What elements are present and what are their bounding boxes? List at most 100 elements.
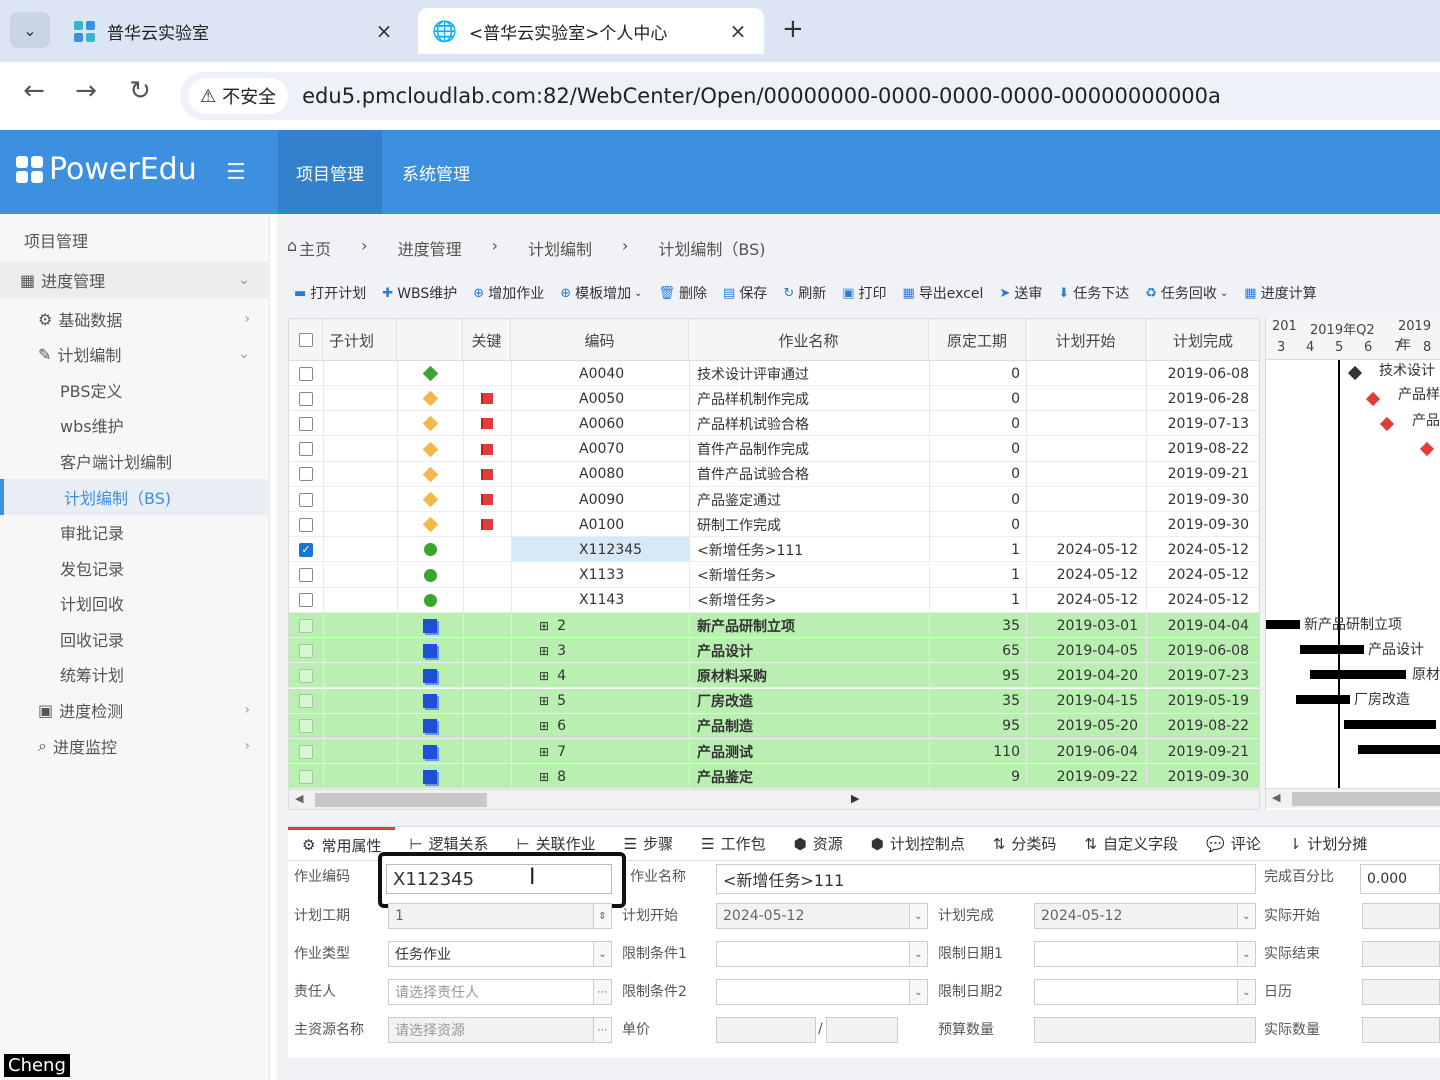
new-tab-button[interactable]: + [782,14,804,44]
row-checkbox[interactable] [289,739,323,764]
wbs-button[interactable]: ✚ WBS维护 [382,283,457,303]
tab-comments[interactable]: 💬 评论 [1192,827,1275,860]
row-checkbox[interactable]: ✓ [289,537,323,562]
chevron-down-icon[interactable]: ⌄ [909,980,927,1004]
row-name[interactable]: 产品鉴定 [689,764,929,789]
row-start[interactable] [1026,512,1146,537]
row-checkbox[interactable] [289,613,323,638]
sidebar-item-recall-records[interactable]: 回收记录 [0,621,268,657]
row-duration[interactable]: 0 [929,386,1026,411]
row-finish[interactable]: 2019-06-08 [1146,361,1259,386]
table-row[interactable]: ⊞ 7 产品测试 110 2019-06-04 2019-09-21 [289,739,1259,764]
col-code[interactable]: 编码 [511,319,689,361]
row-checkbox[interactable] [289,714,323,739]
row-finish[interactable]: 2019-07-23 [1146,663,1259,688]
row-start[interactable]: 2024-05-12 [1026,537,1146,562]
row-checkbox[interactable] [289,462,323,487]
row-code[interactable]: A0050 [511,386,689,411]
name-input[interactable]: <新增任务>111 [716,864,1256,894]
chevron-down-icon[interactable]: ⌄ [909,942,927,966]
row-duration[interactable]: 1 [929,537,1026,562]
row-name[interactable]: 产品制造 [689,714,929,739]
table-row[interactable]: A0060 产品样机试验合格 0 2019-07-13 [289,411,1259,437]
owner-input[interactable]: 请选择责任人 ⋯ [388,979,612,1005]
tab-workpackage[interactable]: ☰ 工作包 [687,827,779,860]
finish-date-input[interactable]: 2024-05-12 ⌄ [1034,903,1256,929]
open-plan-button[interactable]: ▬ 打开计划 [294,283,366,303]
row-duration[interactable]: 95 [929,663,1026,688]
price-input[interactable] [716,1017,816,1043]
close-icon[interactable]: × [726,19,750,43]
nav-project-management[interactable]: 项目管理 [278,130,382,214]
tab-codes[interactable]: ⇅ 分类码 [979,827,1071,860]
row-duration[interactable]: 1 [929,588,1026,613]
row-finish[interactable]: 2019-05-19 [1146,689,1259,714]
checkbox[interactable] [299,769,313,784]
code-input[interactable]: X112345 I [386,864,612,894]
forward-arrow-icon[interactable]: → [66,76,106,106]
price-unit-input[interactable] [826,1017,898,1043]
row-start[interactable]: 2019-04-15 [1026,689,1146,714]
row-code[interactable]: ⊞ 7 [511,739,689,764]
breadcrumb-plan[interactable]: 计划编制 [528,236,592,260]
checkbox[interactable] [299,593,313,608]
submit-review-button[interactable]: ➤ 送审 [999,283,1042,303]
row-code[interactable]: A0080 [511,462,689,487]
start-date-input[interactable]: 2024-05-12 ⌄ [716,903,928,929]
table-row[interactable]: ⊞ 5 厂房改造 35 2019-04-15 2019-05-19 [289,688,1259,714]
sidebar-item-master-plan[interactable]: 统筹计划 [0,656,268,692]
checkbox[interactable] [299,668,313,683]
row-start[interactable]: 2019-09-22 [1026,764,1146,789]
table-row[interactable]: X1143 <新增任务> 1 2024-05-12 2024-05-12 [289,587,1259,613]
menu-toggle-icon[interactable]: ☰ [226,160,246,185]
row-duration[interactable]: 0 [929,437,1026,462]
row-code[interactable]: ⊞ 6 [511,714,689,739]
row-code[interactable]: X1133 [511,563,689,588]
row-code[interactable]: A0090 [511,487,689,512]
expand-icon[interactable]: ⊞ [539,770,549,784]
row-checkbox[interactable] [289,663,323,688]
row-duration[interactable]: 9 [929,764,1026,789]
row-finish[interactable]: 2019-08-22 [1146,714,1259,739]
col-subplan[interactable]: 子计划 [323,319,397,361]
tab-allocation[interactable]: ⇂ 计划分摊 [1275,827,1382,860]
row-checkbox[interactable] [289,411,323,436]
table-row[interactable]: A0080 首件产品试验合格 0 2019-09-21 [289,461,1259,487]
row-duration[interactable]: 65 [929,638,1026,663]
row-name[interactable]: <新增任务> [689,563,929,588]
dispatch-button[interactable]: ⬇ 任务下达 [1058,283,1129,303]
nav-system-management[interactable]: 系统管理 [384,130,488,214]
browser-tab-1[interactable]: 普华云实验室 × [60,8,410,54]
percent-input[interactable]: 0.000 [1360,864,1440,894]
row-finish[interactable]: 2019-09-30 [1146,487,1259,512]
row-start[interactable] [1026,386,1146,411]
table-row[interactable]: A0040 技术设计评审通过 0 2019-06-08 [289,361,1259,386]
select-all-checkbox[interactable] [289,319,323,361]
row-name[interactable]: 厂房改造 [689,689,929,714]
row-duration[interactable]: 0 [929,411,1026,436]
row-finish[interactable]: 2019-06-28 [1146,386,1259,411]
checkbox[interactable] [299,467,313,482]
horizontal-scrollbar[interactable]: ◀ ▶ [289,789,1259,809]
more-icon[interactable]: ⋯ [593,980,611,1004]
table-row[interactable]: X1133 <新增任务> 1 2024-05-12 2024-05-12 [289,562,1259,588]
row-name[interactable]: 产品鉴定通过 [689,487,929,512]
chevron-down-icon[interactable]: ⌄ [1237,904,1255,928]
row-start[interactable] [1026,437,1146,462]
budget-qty-input[interactable] [1034,1017,1256,1043]
checkbox[interactable] [299,442,313,457]
constraint2-select[interactable]: ⌄ [716,979,928,1005]
chevron-down-icon[interactable]: ⌄ [593,942,611,966]
checkbox[interactable] [299,492,313,507]
sidebar-item-approval[interactable]: 审批记录 [0,514,268,550]
row-name[interactable]: <新增任务> [689,588,929,613]
row-name[interactable]: 首件产品试验合格 [689,462,929,487]
row-name[interactable]: 产品样机试验合格 [689,411,929,436]
row-start[interactable]: 2019-04-05 [1026,638,1146,663]
sidebar-item-plan-editing[interactable]: ✎ 计划编制 ⌄ [0,336,268,372]
browser-tab-2[interactable]: 🌐 <普华云实验室>个人中心 × [418,8,764,54]
schedule-calc-button[interactable]: ▦ 进度计算 [1244,283,1316,303]
row-duration[interactable]: 35 [929,689,1026,714]
table-row[interactable]: ⊞ 4 原材料采购 95 2019-04-20 2019-07-23 [289,663,1259,689]
resource-input[interactable]: 请选择资源 ⋯ [388,1017,612,1043]
